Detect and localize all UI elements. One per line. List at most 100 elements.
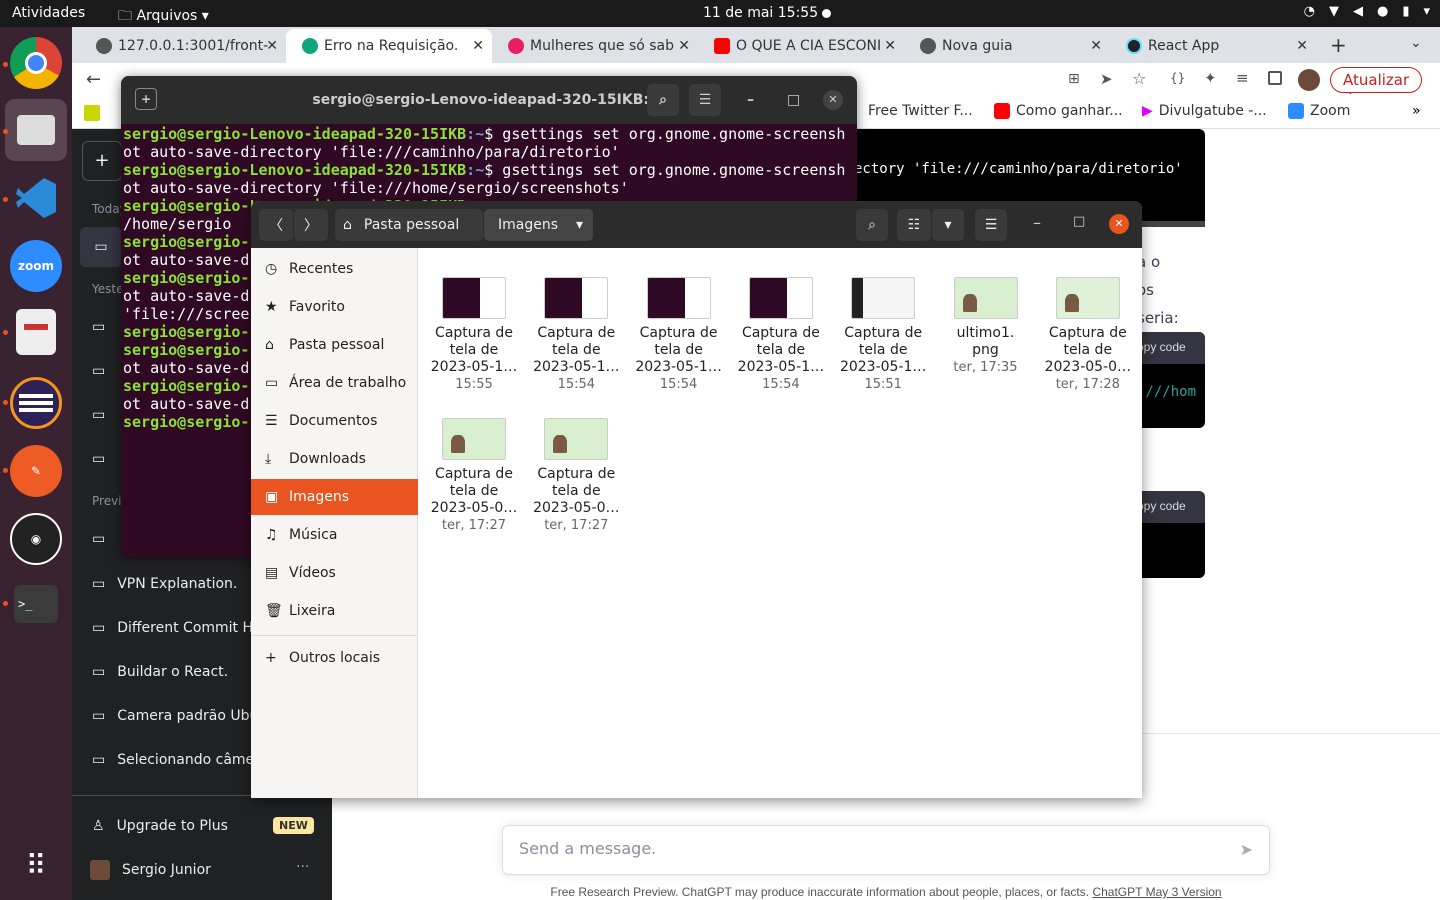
chat-icon[interactable]: ▭: [92, 363, 105, 379]
clock[interactable]: 11 de mai 15:55: [703, 5, 818, 21]
version-link[interactable]: ChatGPT May 3 Version: [1092, 885, 1221, 899]
message-input[interactable]: Send a message. ➤: [502, 825, 1270, 875]
files-app-menu[interactable]: 🗀 Arquivos ▾: [118, 5, 209, 29]
file-item[interactable]: Captura de tela de 2023-05-1… 15:54: [525, 277, 627, 393]
close-icon[interactable]: ✕: [266, 38, 278, 54]
sidebar-item-starred[interactable]: ★ Favorito: [251, 289, 418, 325]
star-icon[interactable]: ☆: [1132, 69, 1146, 88]
user-menu[interactable]: Sergio Junior: [90, 860, 211, 880]
chrome-icon[interactable]: [10, 37, 62, 89]
chat-item[interactable]: ▭ Camera padrão Ubun: [92, 708, 267, 724]
postman-icon[interactable]: ✎: [10, 445, 62, 497]
zoom-icon[interactable]: zoom: [10, 240, 62, 292]
chat-item[interactable]: ▭ Different Commit His: [92, 620, 264, 636]
eclipse-icon[interactable]: [10, 377, 62, 429]
obs-icon[interactable]: ◉: [10, 513, 62, 565]
file-item[interactable]: Captura de tela de 2023-05-1… 15:51: [832, 277, 934, 393]
files-headerbar[interactable]: 〈 〉 ⌂ Pasta pessoal Imagens ▾ ⌕ ☷ ▾ ☰ – □ …: [251, 201, 1142, 248]
side-panel-icon[interactable]: [1268, 71, 1282, 85]
menu-icon[interactable]: ☰: [975, 209, 1007, 241]
new-tab-button[interactable]: +: [1330, 33, 1347, 57]
sidebar-item-music[interactable]: ♫ Música: [251, 517, 418, 553]
extension-icon[interactable]: {}: [1170, 71, 1185, 85]
search-icon[interactable]: ⌕: [856, 209, 888, 241]
send-icon[interactable]: ➤: [1240, 840, 1253, 859]
chat-item[interactable]: ▭ Buildar o React.: [92, 664, 228, 680]
bookmark-divulgatube[interactable]: ▶ Divulgatube -...: [1142, 103, 1267, 119]
maximize-button[interactable]: □: [1073, 214, 1085, 229]
tab-mulheres[interactable]: Mulheres que só sab ✕: [492, 29, 698, 63]
close-icon[interactable]: ✕: [1090, 38, 1102, 54]
tab-youtube[interactable]: O QUE A CIA ESCONI ✕: [698, 29, 904, 63]
sidebar-item-pictures[interactable]: ▣ Imagens: [251, 479, 418, 515]
path-home-button[interactable]: ⌂ Pasta pessoal: [335, 209, 483, 241]
view-options-icon[interactable]: ▾: [932, 209, 964, 241]
update-button[interactable]: Atualizar ⋮: [1330, 67, 1422, 107]
more-icon[interactable]: ···: [296, 859, 309, 875]
sidebar-item-videos[interactable]: ▤ Vídeos: [251, 555, 418, 591]
document-viewer-icon[interactable]: [16, 309, 56, 355]
sidebar-item-other-locations[interactable]: + Outros locais: [251, 640, 418, 676]
upgrade-button[interactable]: ♙ Upgrade to Plus: [92, 818, 228, 834]
bookmark-zoom[interactable]: Zoom: [1288, 103, 1350, 119]
chat-icon[interactable]: ▭: [92, 531, 105, 547]
chat-item[interactable]: ▭ VPN Explanation.: [92, 576, 237, 592]
sidebar-item-trash[interactable]: 🗑 Lixeira: [251, 593, 418, 629]
search-icon[interactable]: ⌕: [647, 84, 679, 116]
path-current-button[interactable]: Imagens ▾: [484, 209, 593, 241]
minimize-button[interactable]: –: [747, 76, 754, 124]
file-item[interactable]: Captura de tela de 2023-05-0… ter, 17:27: [423, 418, 525, 534]
file-item[interactable]: Captura de tela de 2023-05-0… ter, 17:28: [1037, 277, 1139, 393]
tab-chatgpt[interactable]: Erro na Requisição. ✕: [286, 29, 492, 63]
close-icon[interactable]: ✕: [1296, 38, 1308, 54]
share-icon[interactable]: ➤: [1100, 70, 1113, 88]
file-item[interactable]: Captura de tela de 2023-05-1… 15:55: [423, 277, 525, 393]
file-item[interactable]: Captura de tela de 2023-05-1… 15:54: [730, 277, 832, 393]
close-button[interactable]: ✕: [823, 90, 843, 110]
sidebar-item-recent[interactable]: ◷ Recentes: [251, 251, 418, 287]
more-bookmarks-icon[interactable]: »: [1412, 103, 1421, 119]
sidebar-item-downloads[interactable]: ⤓ Downloads: [251, 441, 418, 477]
forward-button[interactable]: 〉: [294, 209, 328, 241]
tab-nova-guia[interactable]: Nova guia ✕: [904, 29, 1110, 63]
bookmark-youtube[interactable]: Como ganhar...: [994, 103, 1123, 119]
sidebar-item-documents[interactable]: ☰ Documentos: [251, 403, 418, 439]
back-button[interactable]: 〈: [259, 209, 293, 241]
close-icon[interactable]: ✕: [678, 38, 690, 54]
minimize-button[interactable]: –: [1033, 213, 1041, 232]
app-grid-icon[interactable]: ⠿: [10, 839, 62, 891]
file-item[interactable]: ultimo1. png ter, 17:35: [935, 277, 1037, 376]
activities-button[interactable]: Atividades: [12, 5, 85, 21]
bookmark-twitter[interactable]: Free Twitter F...: [868, 103, 973, 119]
terminal-titlebar[interactable]: + sergio@sergio-Lenovo-ideapad-320-15IKB…: [121, 76, 857, 124]
back-button[interactable]: ←: [86, 69, 101, 90]
new-chat-button[interactable]: +: [82, 141, 122, 181]
maximize-button[interactable]: □: [787, 76, 800, 124]
reading-list-icon[interactable]: ≡: [1236, 69, 1249, 87]
system-tray[interactable]: ◔ ▼ ◀ ● ▮ ▾: [1304, 4, 1430, 19]
terminal-icon[interactable]: >_: [14, 585, 58, 623]
files-icon[interactable]: [5, 99, 67, 161]
avatar[interactable]: [1298, 69, 1320, 91]
chat-icon[interactable]: ▭: [92, 319, 105, 335]
chat-icon[interactable]: ▭: [92, 451, 105, 467]
tab-frontend[interactable]: 127.0.0.1:3001/front- ✕: [80, 29, 286, 63]
list-view-icon[interactable]: ☷: [897, 209, 931, 241]
chat-item-active[interactable]: ▭: [80, 227, 122, 267]
menu-icon[interactable]: ☰: [689, 84, 721, 116]
bookmark-favicon[interactable]: [84, 105, 100, 121]
file-item[interactable]: Captura de tela de 2023-05-1… 15:54: [628, 277, 730, 393]
close-button[interactable]: ✕: [1109, 214, 1129, 234]
close-icon[interactable]: ✕: [884, 38, 896, 54]
sidebar-item-desktop[interactable]: ▭ Área de trabalho: [251, 365, 418, 401]
translate-icon[interactable]: ⊞: [1068, 71, 1080, 87]
sidebar-item-home[interactable]: ⌂ Pasta pessoal: [251, 327, 418, 363]
chat-item[interactable]: ▭ Selecionando câmera: [92, 752, 268, 768]
tab-search-button[interactable]: ⌄: [1410, 35, 1422, 51]
chat-icon[interactable]: ▭: [92, 407, 105, 423]
file-item[interactable]: Captura de tela de 2023-05-0… ter, 17:27: [525, 418, 627, 534]
tab-react-app[interactable]: React App ✕: [1110, 29, 1316, 63]
vscode-icon[interactable]: [10, 172, 62, 224]
new-tab-icon[interactable]: +: [135, 88, 157, 110]
close-icon[interactable]: ✕: [472, 38, 484, 54]
